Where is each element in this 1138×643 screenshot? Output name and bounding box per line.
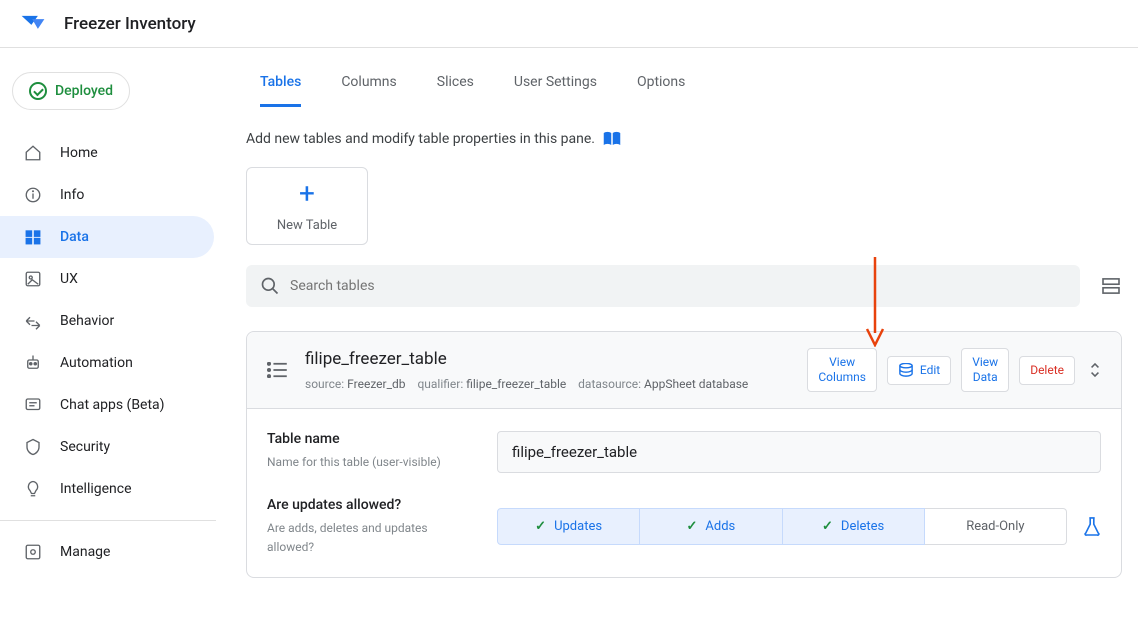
sidebar-item-info[interactable]: Info: [0, 174, 216, 216]
chat-icon: [24, 396, 42, 414]
table-card: filipe_freezer_table source: Freezer_db …: [246, 331, 1122, 578]
sidebar-item-label: Chat apps (Beta): [60, 397, 165, 413]
ux-icon: [24, 270, 42, 288]
new-table-label: New Table: [277, 218, 337, 233]
sidebar-item-intelligence[interactable]: Intelligence: [0, 468, 216, 510]
delete-button[interactable]: Delete: [1019, 356, 1075, 385]
app-header: Freezer Inventory: [0, 0, 1138, 48]
edit-button[interactable]: Edit: [887, 356, 951, 385]
table-name-sublabel: Name for this table (user-visible): [267, 455, 441, 469]
annotation-arrow: [863, 257, 887, 347]
app-title: Freezer Inventory: [64, 14, 196, 34]
tab-slices[interactable]: Slices: [437, 74, 474, 107]
toggle-deletes[interactable]: ✓Deletes: [783, 508, 925, 545]
sidebar-item-security[interactable]: Security: [0, 426, 216, 468]
check-icon: ✓: [535, 519, 546, 534]
main-content: Tables Columns Slices User Settings Opti…: [216, 48, 1138, 643]
check-icon: ✓: [822, 519, 833, 534]
plus-icon: +: [299, 180, 315, 208]
book-icon[interactable]: [603, 131, 621, 147]
pane-description: Add new tables and modify table properti…: [246, 131, 1138, 147]
shield-icon: [24, 438, 42, 456]
database-icon: [898, 363, 914, 377]
data-icon: [24, 228, 42, 246]
tab-columns[interactable]: Columns: [341, 74, 396, 107]
tab-tables[interactable]: Tables: [260, 74, 301, 107]
tab-options[interactable]: Options: [637, 74, 685, 107]
sidebar-item-label: UX: [60, 271, 78, 287]
check-icon: ✓: [686, 519, 697, 534]
automation-icon: [24, 354, 42, 372]
view-data-button[interactable]: ViewData: [961, 348, 1009, 392]
appsheet-logo-icon: [20, 11, 46, 37]
view-toggle-icon[interactable]: [1102, 278, 1120, 294]
flask-icon[interactable]: [1083, 516, 1101, 536]
tabs: Tables Columns Slices User Settings Opti…: [246, 48, 1138, 107]
sidebar-item-label: Manage: [60, 544, 110, 560]
search-tables-box[interactable]: [246, 265, 1080, 307]
sidebar-item-chatapps[interactable]: Chat apps (Beta): [0, 384, 216, 426]
deployed-status[interactable]: Deployed: [12, 72, 130, 110]
sidebar-item-label: Home: [60, 145, 98, 161]
table-subtitle: source: Freezer_db qualifier: filipe_fre…: [305, 377, 748, 391]
manage-icon: [24, 543, 42, 561]
sidebar-item-manage[interactable]: Manage: [0, 531, 216, 573]
separator: [0, 520, 216, 521]
list-icon: [267, 362, 287, 378]
table-card-header[interactable]: filipe_freezer_table source: Freezer_db …: [247, 332, 1121, 409]
bulb-icon: [24, 480, 42, 498]
updates-sublabel: Are adds, deletes and updates allowed?: [267, 521, 428, 554]
sidebar-item-label: Behavior: [60, 313, 114, 329]
sidebar-item-automation[interactable]: Automation: [0, 342, 216, 384]
view-columns-button[interactable]: ViewColumns: [807, 348, 877, 392]
behavior-icon: [24, 312, 42, 330]
info-icon: [24, 186, 42, 204]
table-title: filipe_freezer_table: [305, 349, 789, 369]
sidebar-item-label: Info: [60, 187, 84, 203]
pane-desc-text: Add new tables and modify table properti…: [246, 131, 595, 147]
toggle-adds[interactable]: ✓Adds: [640, 508, 782, 545]
sidebar-item-label: Security: [60, 439, 110, 455]
new-table-button[interactable]: + New Table: [246, 167, 368, 245]
sidebar-item-label: Intelligence: [60, 481, 132, 497]
sidebar: Deployed Home Info Data UX Behavior Auto…: [0, 48, 216, 643]
expand-collapse-icon[interactable]: [1089, 361, 1101, 379]
tab-user-settings[interactable]: User Settings: [514, 74, 597, 107]
toggle-updates[interactable]: ✓Updates: [497, 508, 640, 545]
deployed-label: Deployed: [55, 83, 113, 99]
table-name-input[interactable]: [497, 431, 1101, 473]
sidebar-item-label: Automation: [60, 355, 133, 371]
sidebar-item-data[interactable]: Data: [0, 216, 214, 258]
sidebar-item-behavior[interactable]: Behavior: [0, 300, 216, 342]
search-input[interactable]: [290, 278, 1066, 294]
check-circle-icon: [29, 82, 47, 100]
sidebar-item-ux[interactable]: UX: [0, 258, 216, 300]
toggle-readonly[interactable]: Read-Only: [925, 508, 1067, 545]
search-icon: [260, 276, 280, 296]
sidebar-item-home[interactable]: Home: [0, 132, 216, 174]
updates-label: Are updates allowed?: [267, 497, 477, 513]
table-name-label: Table name: [267, 431, 477, 447]
home-icon: [24, 144, 42, 162]
sidebar-item-label: Data: [60, 229, 89, 245]
updates-toggle-group: ✓Updates ✓Adds ✓Deletes Read-Only: [497, 497, 1101, 555]
